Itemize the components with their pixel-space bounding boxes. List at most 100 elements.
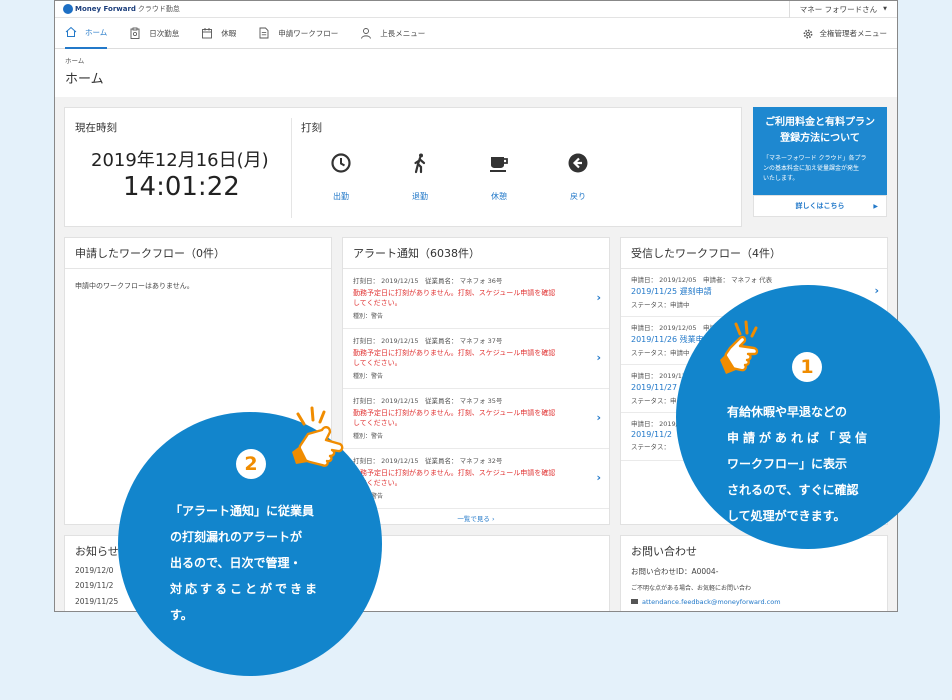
- chevron-right-icon: ▶: [873, 202, 878, 210]
- promo-body-line: いたします。: [763, 175, 799, 182]
- alert-item[interactable]: 打刻日： 2019/12/15 従業員名： マネフォ 36号 勤務予定日に打刻が…: [343, 269, 609, 329]
- inquiry-email: attendance.feedback@moneyforward.com: [642, 598, 781, 606]
- caret-down-icon: ▼: [883, 6, 887, 12]
- logo-subtitle: クラウド勤怠: [137, 5, 180, 13]
- alerts-view-all-link[interactable]: 一覧で見る ›: [343, 509, 609, 525]
- logo-mark-icon: [63, 4, 73, 14]
- chevron-right-icon: ›: [491, 515, 495, 523]
- return-button[interactable]: 戻り: [558, 152, 598, 202]
- mail-icon: [631, 599, 638, 604]
- alert-meta: 打刻日： 2019/12/15 従業員名： マネフォ 37号: [353, 337, 503, 345]
- alert-meta: 打刻日： 2019/12/15 従業員名： マネフォ 35号: [353, 397, 503, 405]
- home-icon: [65, 26, 77, 37]
- clock-icon: [331, 153, 351, 173]
- alert-message-line: 勤務予定日に打刻がありません。打刻、スケジュール申請を確認: [353, 409, 556, 417]
- user-menu[interactable]: マネー フォワードさん ▼: [788, 1, 887, 18]
- inquiry-id: お問い合わせID：A0004-: [631, 567, 719, 576]
- my-workflow-title: 申請したワークフロー（0件）: [65, 238, 331, 269]
- user-name: マネー フォワードさん: [799, 4, 878, 14]
- chevron-right-icon: ›: [874, 284, 879, 297]
- back-arrow-icon: [568, 153, 588, 173]
- nav-item-leave[interactable]: 休暇: [201, 18, 236, 49]
- callout-line: ワークフロー」に表示: [727, 457, 848, 471]
- chevron-right-icon: ›: [596, 471, 601, 484]
- promo-title-line: ご利用料金と有料プラン: [765, 117, 875, 128]
- nav-item-label: 申請ワークフロー: [278, 28, 339, 38]
- callout-line: されるので、すぐに確認: [727, 483, 859, 497]
- nav-item-daily-attendance[interactable]: 日次勤怠: [129, 18, 179, 49]
- promo-more-label: 詳しくはこちら: [795, 202, 845, 210]
- admin-menu-label: 全権管理者メニュー: [819, 29, 888, 38]
- callout-line: 出るので、日次で管理・: [170, 556, 302, 570]
- logo[interactable]: Money Forward クラウド勤怠: [63, 4, 180, 14]
- inquiry-card: お問い合わせ お問い合わせID：A0004- ご不明な点がある場合、お気軽にお問…: [620, 535, 888, 611]
- user-icon: [361, 28, 372, 39]
- alert-kind: 種別：警告: [353, 313, 384, 320]
- alert-message-line: してください。: [353, 359, 402, 367]
- callout-line: す。: [170, 608, 193, 622]
- alert-message-line: してください。: [353, 419, 402, 427]
- alerts-title: アラート通知（6038件）: [343, 238, 609, 269]
- alert-message: 勤務予定日に打刻がありません。打刻、スケジュール申請を確認 してください。: [353, 408, 589, 428]
- callout-number: 1: [792, 352, 822, 382]
- coffee-icon: [490, 157, 508, 172]
- inquiry-email-link[interactable]: attendance.feedback@moneyforward.com: [621, 592, 887, 606]
- callout-text: 「アラート通知」に従業員 の打刻漏れのアラートが 出るので、日次で管理・ 対応す…: [170, 498, 320, 628]
- stamp-label: 打刻: [301, 122, 322, 134]
- view-all-label: 一覧で見る: [457, 515, 490, 523]
- alert-message: 勤務予定日に打刻がありません。打刻、スケジュール申請を確認 してください。: [353, 348, 589, 368]
- clock-out-label: 退勤: [412, 192, 428, 201]
- clock-out-button[interactable]: 退勤: [400, 152, 440, 202]
- clock-in-button[interactable]: 出勤: [321, 152, 361, 202]
- promo-body-line: ンの基本料金に加え従量課金が発生: [763, 165, 860, 172]
- current-time: 14:01:22: [123, 172, 240, 202]
- walking-icon: [414, 153, 426, 174]
- document-icon: [259, 27, 269, 39]
- break-button[interactable]: 休憩: [479, 152, 519, 202]
- alert-kind: 種別：警告: [353, 491, 589, 500]
- callout-line: 有給休暇や早退などの: [727, 405, 848, 419]
- calendar-icon: [202, 28, 213, 39]
- return-label: 戻り: [570, 192, 586, 201]
- alert-message-line: 勤務予定日に打刻がありません。打刻、スケジュール申請を確認: [353, 469, 556, 477]
- nav-item-manager-menu[interactable]: 上長メニュー: [360, 18, 425, 49]
- alert-kind: 種別：警告: [353, 433, 384, 440]
- my-workflow-empty: 申請中のワークフローはありません。: [75, 282, 194, 290]
- promo-title: ご利用料金と有料プラン 登録方法について: [753, 107, 887, 147]
- divider: [291, 118, 292, 218]
- main-nav: ホーム 日次勤怠 休暇 申請ワークフロー 上長メニュー 全権管理者メニュー: [55, 18, 897, 49]
- alert-item[interactable]: 打刻日： 2019/12/15 従業員名： マネフォ 37号 勤務予定日に打刻が…: [343, 329, 609, 389]
- callout-text: 有給休暇や早退などの 申請があれば「受信 ワークフロー」に表示 されるので、すぐ…: [727, 399, 871, 529]
- clock-in-label: 出勤: [333, 192, 349, 201]
- promo-more-link[interactable]: 詳しくはこちら ▶: [753, 195, 887, 217]
- alert-item[interactable]: 打刻日： 2019/12/15 従業員名： マネフォ 35号 勤務予定日に打刻が…: [343, 389, 609, 449]
- callout-line: して処理ができます。: [727, 509, 846, 523]
- nav-item-admin-menu[interactable]: 全権管理者メニュー: [802, 18, 888, 49]
- callout-line: 「アラート通知」に従業員: [170, 504, 315, 518]
- received-workflow-title: 受信したワークフロー（4件）: [621, 238, 887, 269]
- news-date: 2019/11/25: [75, 597, 119, 606]
- callout-line: 対応することができま: [170, 582, 321, 596]
- alert-meta: 打刻日： 2019/12/15 従業員名： マネフォ 32号: [353, 457, 503, 465]
- callout-line: 申請があれば「受信: [727, 431, 872, 445]
- gear-icon: [803, 29, 812, 38]
- pointing-hand-icon: [292, 406, 344, 467]
- pointing-hand-icon: [720, 320, 759, 374]
- workflow-meta: 申請日： 2019/12/05 申請者： マネフォ 代表: [631, 276, 773, 284]
- nav-item-home[interactable]: ホーム: [65, 18, 108, 49]
- alert-message-line: 勤務予定日に打刻がありません。打刻、スケジュール申請を確認: [353, 349, 556, 357]
- nav-item-workflow[interactable]: 申請ワークフロー: [258, 18, 338, 49]
- current-date: 2019年12月16日(月): [91, 150, 269, 171]
- nav-item-label: 日次勤怠: [149, 28, 180, 38]
- logo-text: Money Forward: [75, 5, 136, 13]
- alert-kind: 種別：警告: [353, 373, 384, 380]
- break-label: 休憩: [491, 192, 507, 201]
- breadcrumb[interactable]: ホーム: [55, 49, 897, 65]
- alert-message-line: 勤務予定日に打刻がありません。打刻、スケジュール申請を確認: [353, 289, 556, 297]
- promo-title-line: 登録方法について: [780, 133, 860, 144]
- nav-item-label: 上長メニュー: [380, 28, 426, 38]
- clipboard-icon: [130, 27, 140, 39]
- alert-message-line: してください。: [353, 299, 402, 307]
- alert-item[interactable]: 打刻日： 2019/12/15 従業員名： マネフォ 32号 勤務予定日に打刻が…: [343, 449, 609, 509]
- top-bar: Money Forward クラウド勤怠 マネー フォワードさん ▼: [55, 1, 897, 18]
